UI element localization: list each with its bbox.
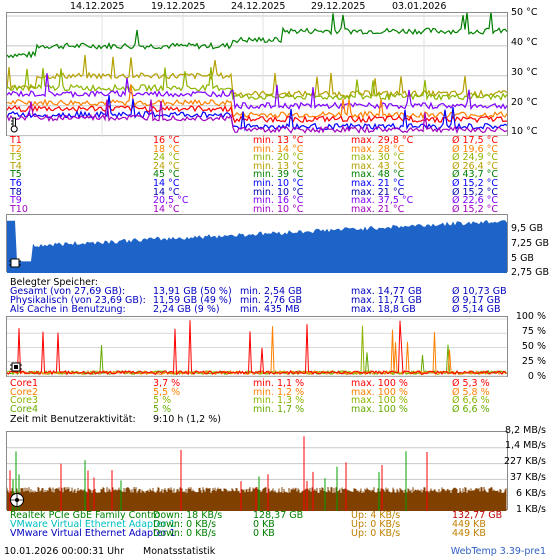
axis-label: 8,2 MB/s [505, 425, 546, 436]
max-value: max. 100 % [351, 403, 408, 415]
temperature-chart [6, 12, 508, 137]
memory-chart [6, 214, 508, 273]
date-label: 29.12.2025 [311, 1, 366, 12]
activity-label: Zeit mit Benutzeraktivität: [10, 414, 136, 425]
axis-label: 40 °C [511, 37, 538, 48]
axis-label: 25 % [521, 356, 546, 367]
axis-label: 1,4 MB/s [505, 440, 546, 451]
down-rate: Down: 0 KB/s [153, 528, 217, 539]
min-value: min. 1,7 % [253, 403, 305, 415]
axis-label: 0 % [527, 371, 546, 382]
axis-label: 75 % [521, 326, 546, 337]
memory-label: Als Cache in Benutzung: [10, 304, 126, 315]
max-value: max. 21 °C [351, 203, 405, 215]
timestamp: 10.01.2026 00:00:31 Uhr [4, 546, 124, 557]
up-rate: Up: 0 KB/s [351, 528, 401, 539]
date-label: 14.12.2025 [70, 1, 125, 12]
current-value: 2,24 GB (9 %) [153, 304, 220, 315]
min-value: min. 10 °C [253, 203, 304, 215]
date-label: 24.12.2025 [231, 1, 286, 12]
axis-label: 6 KB/s [516, 488, 546, 499]
axis-label: 227 KB/s [503, 456, 546, 467]
series-line [7, 344, 507, 376]
min-value: min. 435 MB [240, 304, 300, 315]
avg-value: Ø 15,2 °C [452, 203, 499, 215]
memory-plot [7, 220, 507, 273]
cpu-chart [6, 316, 508, 377]
statistics-mode: Monatsstatistik [143, 546, 216, 557]
axis-label: 30 °C [511, 67, 538, 78]
axis-label: 9,5 GB [511, 223, 544, 234]
axis-label: 5 GB [511, 253, 534, 264]
max-value: max. 18,8 GB [351, 304, 416, 315]
date-label: 03.01.2026 [392, 1, 447, 12]
axis-label: 10 °C [511, 126, 538, 137]
series-line [7, 13, 508, 59]
adapter-name: VMware Virtual Ethernet Adapter 1 [10, 528, 176, 539]
cpu-plot [7, 318, 507, 377]
activity-value: 9:10 h (1,2 %) [153, 414, 221, 425]
memory-area [7, 220, 507, 273]
network-chart [6, 431, 508, 511]
axis-label: 1 KB/s [516, 504, 546, 515]
version-label: WebTemp 3.39-pre1 [450, 546, 546, 557]
axis-label: 37 KB/s [509, 472, 546, 483]
axis-label: 100 % [515, 311, 546, 322]
axis-label: 7,25 GB [511, 238, 550, 249]
sensor-name: T10 [10, 203, 28, 215]
avg-value: Ø 6,6 % [452, 403, 490, 415]
core-name: Core4 [10, 403, 39, 415]
date-label: 19.12.2025 [151, 1, 206, 12]
axis-label: 2,75 GB [511, 267, 550, 278]
series-line [7, 95, 508, 132]
series-line [7, 84, 508, 120]
down-total: 0 KB [253, 528, 275, 539]
network-plot [7, 436, 507, 511]
current-value: 14 °C [153, 203, 180, 215]
axis-label: 20 °C [511, 97, 538, 108]
current-value: 5 % [153, 403, 172, 415]
avg-value: Ø 5,14 GB [452, 304, 501, 315]
temperature-plot [7, 13, 508, 137]
axis-label: 50 % [521, 341, 546, 352]
up-total: 449 KB [452, 528, 486, 539]
axis-label: 50 °C [511, 7, 538, 18]
